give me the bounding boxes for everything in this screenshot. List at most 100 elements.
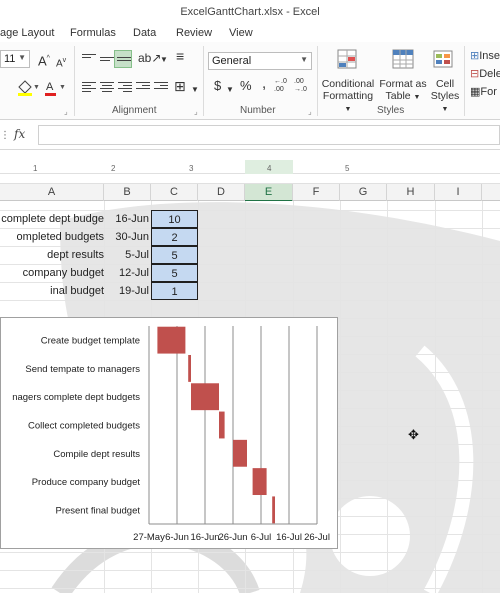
- align-middle-icon[interactable]: [100, 54, 114, 66]
- merge-center-icon[interactable]: ⊞: [174, 79, 186, 93]
- page-layout-ruler: 1 2 3 4 5: [0, 160, 500, 174]
- gantt-chart[interactable]: 27-May 6-Jun 16-Jun 26-Jun 6-Jul 16-Jul 26-Jul…: [0, 317, 338, 549]
- column-header-b[interactable]: B: [104, 184, 151, 202]
- column-header-i[interactable]: I: [435, 184, 482, 202]
- date-cell[interactable]: 12-Jul: [104, 264, 151, 282]
- cell-styles-button[interactable]: Cell Styles ▼: [428, 48, 462, 116]
- decrease-indent-icon[interactable]: [136, 82, 150, 94]
- x-tick-label: 6-Jul: [251, 532, 272, 543]
- task-cell[interactable]: inal budget: [0, 282, 104, 300]
- column-header-c[interactable]: C: [151, 184, 198, 202]
- conditional-formatting-button[interactable]: Conditional Formatting ▼: [320, 48, 376, 116]
- date-cell[interactable]: 19-Jul: [104, 282, 151, 300]
- gantt-bar: [191, 383, 219, 411]
- align-left-icon[interactable]: [82, 82, 96, 94]
- cell-styles-label-2: Styles: [430, 90, 460, 102]
- task-cell[interactable]: company budget: [0, 264, 104, 282]
- delete-cells-button[interactable]: ⊟Dele: [470, 68, 500, 80]
- fill-color-button[interactable]: ▼: [16, 80, 40, 99]
- align-top-icon[interactable]: [82, 54, 96, 66]
- date-cell[interactable]: 5-Jul: [104, 246, 151, 264]
- category-label: Send tempate to managers: [25, 364, 140, 375]
- gantt-bar: [233, 439, 247, 467]
- column-header-f[interactable]: F: [293, 184, 340, 202]
- column-header-partial[interactable]: [482, 184, 500, 202]
- x-tick-label: 27-May: [133, 532, 165, 543]
- category-label: Produce company budget: [32, 477, 141, 488]
- alignment-dialog-launcher[interactable]: ⌟: [194, 107, 198, 116]
- comma-button[interactable]: ,: [262, 76, 266, 91]
- tab-review[interactable]: Review: [176, 27, 212, 39]
- font-dialog-launcher[interactable]: ⌟: [64, 107, 68, 116]
- tab-formulas[interactable]: Formulas: [70, 27, 116, 39]
- decrease-decimal-button[interactable]: .00 →.0: [294, 78, 312, 94]
- svg-text:▼: ▼: [33, 84, 40, 91]
- percent-button[interactable]: %: [240, 79, 252, 92]
- orientation-icon[interactable]: ab↗: [138, 52, 161, 64]
- title-bar: ExcelGanttChart.xlsx - Excel: [0, 0, 500, 24]
- svg-text:A: A: [46, 81, 54, 93]
- tab-data[interactable]: Data: [133, 27, 156, 39]
- formula-input[interactable]: [38, 125, 500, 145]
- number-dialog-launcher[interactable]: ⌟: [308, 107, 312, 116]
- align-right-icon[interactable]: [118, 82, 132, 94]
- column-header-g[interactable]: G: [340, 184, 387, 202]
- move-cursor-icon: ✥: [408, 427, 419, 442]
- chevron-down-icon: ▼: [344, 106, 352, 113]
- ruler-tick: 3: [189, 164, 194, 173]
- chevron-down-icon: ▼: [191, 85, 199, 94]
- font-size-dropdown[interactable]: 11 ▼: [0, 50, 30, 68]
- align-center-icon[interactable]: [100, 82, 114, 94]
- task-cell[interactable]: ompleted budgets: [0, 228, 104, 246]
- increase-indent-icon[interactable]: [154, 82, 168, 94]
- tab-view[interactable]: View: [229, 27, 253, 39]
- column-header-d[interactable]: D: [198, 184, 245, 202]
- category-label: Collect completed budgets: [28, 421, 140, 432]
- column-header-e[interactable]: E: [245, 184, 293, 202]
- align-bottom-button[interactable]: [114, 50, 132, 68]
- column-header-a[interactable]: A: [0, 184, 104, 202]
- date-cell[interactable]: 16-Jun: [104, 210, 151, 228]
- ribbon-tabs: age Layout Formulas Data Review View: [0, 24, 500, 42]
- increase-decimal-button[interactable]: ←.0 .00: [274, 78, 292, 94]
- duration-cell[interactable]: 2: [151, 228, 198, 246]
- grow-font-button[interactable]: A^: [38, 53, 50, 67]
- format-as-table-button[interactable]: Format as Table ▼: [378, 48, 428, 104]
- task-cell[interactable]: rs complete dept budge: [0, 210, 104, 228]
- duration-cell[interactable]: 5: [151, 246, 198, 264]
- shrink-font-button[interactable]: Av: [56, 55, 66, 70]
- number-format-dropdown[interactable]: General ▼: [208, 52, 312, 70]
- cell-styles-icon: [433, 50, 453, 68]
- column-header-h[interactable]: H: [387, 184, 435, 202]
- chevron-down-icon: ▼: [300, 55, 308, 64]
- format-cells-button[interactable]: ▦For: [470, 86, 497, 98]
- task-cell[interactable]: dept results: [0, 246, 104, 264]
- window-title: ExcelGanttChart.xlsx - Excel: [180, 6, 320, 18]
- group-separator: [317, 46, 318, 116]
- ruler-tick: 1: [33, 164, 38, 173]
- chevron-down-icon: ▼: [441, 106, 449, 113]
- currency-button[interactable]: $: [214, 79, 221, 92]
- category-label: Compile dept results: [53, 449, 140, 460]
- date-cell[interactable]: 30-Jun: [104, 228, 151, 246]
- duration-cell[interactable]: 1: [151, 282, 198, 300]
- font-color-button[interactable]: A ▼: [44, 80, 68, 99]
- conditional-formatting-label-2: Formatting: [322, 90, 374, 102]
- tab-page-layout[interactable]: age Layout: [0, 27, 54, 39]
- ruler-tick: 4: [267, 164, 272, 173]
- format-table-icon: [392, 49, 414, 69]
- number-format-value: General: [212, 55, 252, 67]
- x-tick-label: 26-Jul: [304, 532, 330, 543]
- table-row: company budget 12-Jul 5: [0, 264, 500, 282]
- duration-cell[interactable]: 10: [151, 210, 198, 228]
- formula-bar-splitter[interactable]: ⋮: [0, 130, 10, 141]
- svg-text:▼: ▼: [59, 84, 66, 91]
- x-tick-label: 6-Jun: [165, 532, 189, 543]
- number-group-label: Number: [240, 105, 276, 116]
- wrap-text-icon[interactable]: ≡: [176, 49, 184, 63]
- insert-cells-button[interactable]: ⊞Inse: [470, 50, 500, 62]
- column-headers: A B C D E F G H I: [0, 183, 500, 202]
- duration-cell[interactable]: 5: [151, 264, 198, 282]
- insert-function-button[interactable]: fx: [14, 127, 25, 141]
- chevron-down-icon: ▼: [18, 53, 26, 62]
